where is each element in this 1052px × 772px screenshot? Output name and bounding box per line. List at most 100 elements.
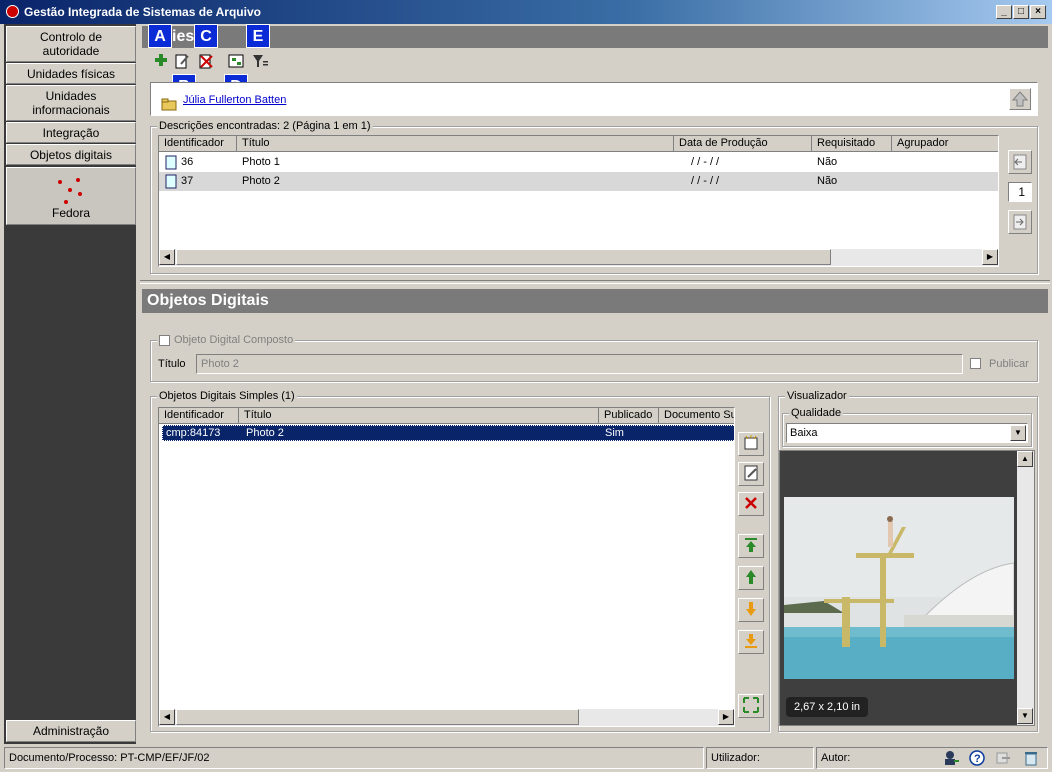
scroll-right-button[interactable]: ▶ xyxy=(718,709,734,725)
top-panel-title: ies xyxy=(172,28,195,45)
scroll-up-button[interactable]: ▲ xyxy=(1017,451,1033,467)
row-requested: Não xyxy=(817,175,838,187)
viewer-legend: Visualizador xyxy=(785,390,849,402)
col-header-documento[interactable]: Documento Su xyxy=(659,408,734,424)
scroll-right-button[interactable]: ▶ xyxy=(982,249,998,265)
viewer-vscrollbar[interactable]: ▲ ▼ xyxy=(1017,451,1034,725)
next-page-icon xyxy=(1013,214,1027,230)
title-label: Título xyxy=(158,358,186,370)
row-published: Sim xyxy=(605,427,624,439)
sidebar-item-objetos-digitais[interactable]: Objetos digitais xyxy=(6,144,136,165)
delete-record-icon[interactable] xyxy=(197,52,215,70)
exit-icon[interactable] xyxy=(994,749,1012,767)
scroll-left-button[interactable]: ◀ xyxy=(159,709,175,725)
col-header-publicado[interactable]: Publicado xyxy=(599,408,659,424)
up-level-button[interactable] xyxy=(1009,88,1031,110)
sidebar-item-label: Unidades físicas xyxy=(26,66,116,81)
delete-object-button[interactable] xyxy=(738,492,764,516)
prev-page-button[interactable] xyxy=(1008,150,1032,174)
context-box: Júlia Fullerton Batten xyxy=(150,82,1038,116)
status-author: Autor: xyxy=(816,747,1048,769)
image-dimensions: 2,67 x 2,10 in xyxy=(786,697,869,717)
move-up-button[interactable] xyxy=(738,566,764,590)
row-requested: Não xyxy=(817,156,838,168)
composite-checkbox[interactable] xyxy=(159,334,170,346)
trash-icon[interactable] xyxy=(1022,749,1040,767)
maximize-button[interactable]: □ xyxy=(1013,5,1029,19)
move-top-button[interactable] xyxy=(738,534,764,558)
row-date: / / - / / xyxy=(691,156,720,168)
sidebar-item-integracao[interactable]: Integração xyxy=(6,122,136,143)
composite-label: Objeto Digital Composto xyxy=(174,334,294,346)
simple-objects-hscrollbar[interactable]: ◀ ▶ xyxy=(159,709,734,726)
preview-image xyxy=(784,497,1014,679)
simple-objects-legend: Objetos Digitais Simples (1) xyxy=(157,390,297,402)
table-row[interactable]: cmp:84173 Photo 2 Sim xyxy=(162,425,734,441)
row-date: / / - / / xyxy=(691,175,720,187)
table-row[interactable]: 36 Photo 1 / / - / / Não xyxy=(159,153,998,172)
col-header-identificador[interactable]: Identificador xyxy=(159,136,237,152)
scroll-thumb[interactable] xyxy=(176,249,831,265)
quality-select[interactable]: Baixa ▼ xyxy=(786,423,1028,443)
digital-objects-title: Objetos Digitais xyxy=(147,292,269,309)
user-icon[interactable] xyxy=(942,749,960,767)
simple-objects-table: Identificador Título Publicado Documento… xyxy=(158,407,735,727)
sidebar-item-administracao[interactable]: Administração xyxy=(6,720,136,742)
image-viewer: 2,67 x 2,10 in ▲ ▼ xyxy=(779,450,1035,726)
move-bottom-button[interactable] xyxy=(738,630,764,654)
row-id: 36 xyxy=(181,156,194,168)
quality-legend: Qualidade xyxy=(789,407,844,419)
col-header-titulo[interactable]: Título xyxy=(239,408,599,424)
row-id: cmp:84173 xyxy=(166,427,221,439)
filter-icon[interactable] xyxy=(251,52,269,70)
results-table: Identificador Título Data de Produção Re… xyxy=(158,135,999,267)
publish-checkbox[interactable] xyxy=(970,358,981,369)
row-id: 37 xyxy=(181,175,194,187)
prev-page-icon xyxy=(1013,154,1027,170)
table-row[interactable]: 37 Photo 2 / / - / / Não xyxy=(159,172,998,191)
close-button[interactable]: × xyxy=(1030,5,1046,19)
badge-a: A xyxy=(148,24,172,48)
col-header-data-producao[interactable]: Data de Produção xyxy=(674,136,812,152)
move-down-button[interactable] xyxy=(738,598,764,622)
chevron-down-icon[interactable]: ▼ xyxy=(1010,425,1026,441)
add-icon[interactable] xyxy=(152,52,170,70)
sidebar-item-fedora[interactable]: Fedora xyxy=(6,167,136,225)
results-hscrollbar[interactable]: ◀ ▶ xyxy=(159,249,998,266)
next-page-button[interactable] xyxy=(1008,210,1032,234)
page-number-field[interactable]: 1 xyxy=(1008,182,1032,202)
help-icon[interactable]: ? xyxy=(968,749,986,767)
scroll-left-button[interactable]: ◀ xyxy=(159,249,175,265)
window-title: Gestão Integrada de Sistemas de Arquivo xyxy=(24,5,261,19)
folder-icon xyxy=(161,98,177,111)
col-header-requisitado[interactable]: Requisitado xyxy=(812,136,892,152)
sidebar-item-unidades-informacionais[interactable]: Unidades informacionais xyxy=(6,85,136,121)
sidebar-item-label: Administração xyxy=(32,724,110,738)
col-header-identificador[interactable]: Identificador xyxy=(159,408,239,424)
col-header-titulo[interactable]: Título xyxy=(237,136,674,152)
top-panel-header: ies xyxy=(142,26,1048,48)
arrow-down-icon xyxy=(746,602,756,616)
scroll-thumb[interactable] xyxy=(176,709,579,725)
col-header-agrupador[interactable]: Agrupador xyxy=(892,136,998,152)
expand-button[interactable] xyxy=(738,694,764,718)
minimize-button[interactable]: _ xyxy=(996,5,1012,19)
tree-view-icon[interactable] xyxy=(227,52,245,70)
quality-value: Baixa xyxy=(790,427,818,439)
document-icon xyxy=(165,155,177,170)
status-document: Documento/Processo: PT-CMP/EF/JF/02 xyxy=(4,747,704,769)
title-field[interactable]: Photo 2 xyxy=(196,354,963,374)
badge-e: E xyxy=(246,24,270,48)
document-icon xyxy=(165,174,177,189)
scroll-down-button[interactable]: ▼ xyxy=(1017,708,1033,724)
context-link[interactable]: Júlia Fullerton Batten xyxy=(183,94,286,106)
new-object-button[interactable] xyxy=(738,432,764,456)
digital-objects-header: Objetos Digitais xyxy=(142,289,1048,313)
close-icon xyxy=(745,497,757,509)
edit-object-button[interactable] xyxy=(738,462,764,486)
sidebar-item-controlo-autoridade[interactable]: Controlo de autoridade xyxy=(6,26,136,62)
sidebar-item-unidades-fisicas[interactable]: Unidades físicas xyxy=(6,63,136,84)
splitter[interactable] xyxy=(140,280,1050,284)
edit-icon[interactable] xyxy=(173,52,191,70)
sidebar-item-label: Objetos digitais xyxy=(29,147,113,162)
